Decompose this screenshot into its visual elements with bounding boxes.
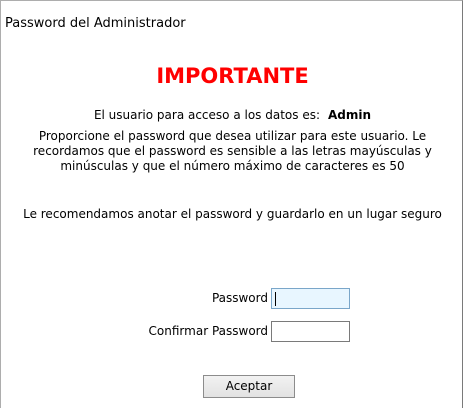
accept-button[interactable]: Aceptar bbox=[203, 375, 295, 398]
confirm-password-label: Confirmar Password bbox=[148, 324, 268, 338]
password-input[interactable] bbox=[271, 288, 350, 309]
confirm-password-input[interactable] bbox=[271, 321, 350, 342]
recommendation-text: Le recomendamos anotar el password y gua… bbox=[23, 207, 442, 221]
user-name: Admin bbox=[328, 108, 372, 122]
confirm-password-row: Confirmar Password bbox=[1, 321, 464, 343]
password-row: Password bbox=[1, 288, 464, 310]
user-info-line: El usuario para acceso a los datos es: Ad… bbox=[21, 108, 444, 123]
user-info-text: El usuario para acceso a los datos es: bbox=[93, 108, 320, 122]
text-caret bbox=[275, 292, 276, 306]
admin-password-dialog: Password del Administrador IMPORTANTE El… bbox=[0, 0, 463, 408]
important-heading: IMPORTANTE bbox=[156, 64, 309, 88]
dialog-title: Password del Administrador bbox=[5, 16, 186, 31]
instructions-text: Proporcione el password que desea utiliz… bbox=[33, 129, 432, 173]
password-label: Password bbox=[211, 291, 268, 305]
